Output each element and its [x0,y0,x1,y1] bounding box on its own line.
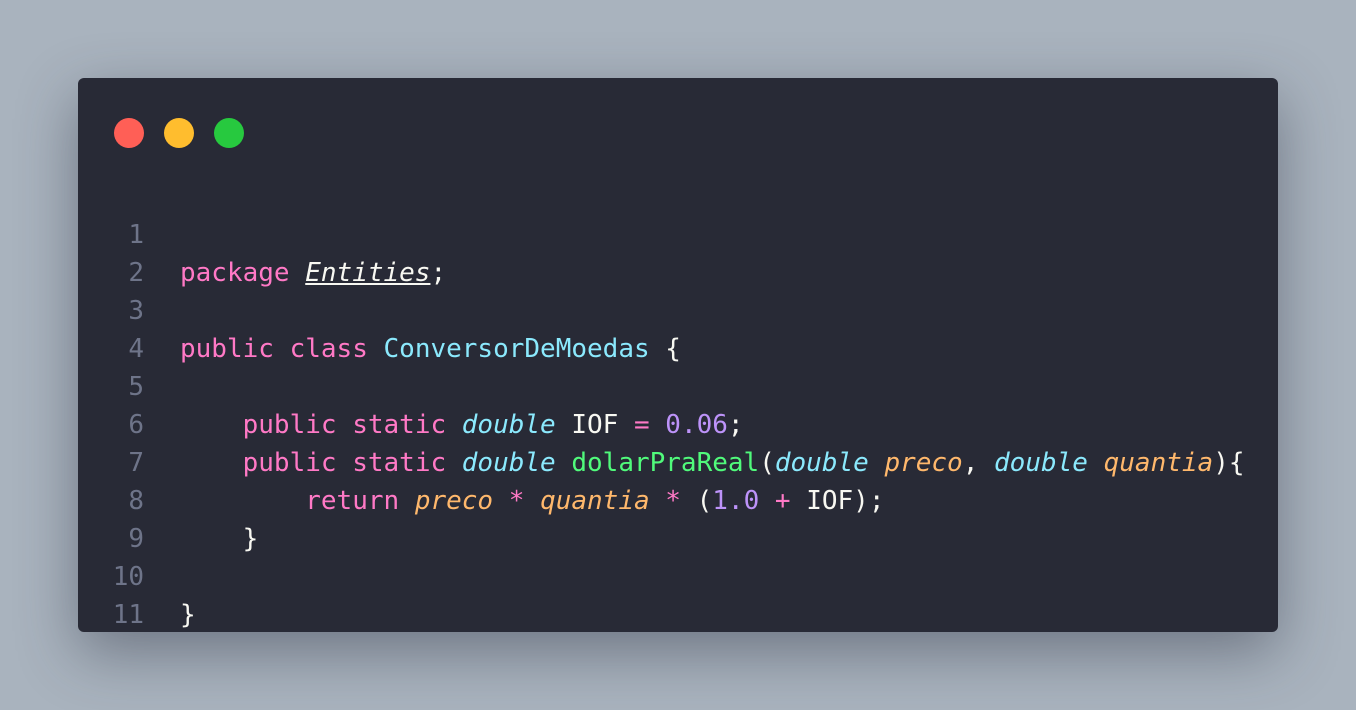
close-brace: } [180,600,196,630]
code-line-7: 7 return preco * quantia * (1.0 + IOF); [78,406,1278,516]
minimize-dot-icon[interactable] [164,118,194,148]
code-line-9: 9 [78,482,1278,554]
close-dot-icon[interactable] [114,118,144,148]
code-editor: 1 package Entities; 2 3 public class Con… [78,178,1278,630]
code-line-1: 1 package Entities; [78,178,1278,288]
code-line-4: 4 [78,292,1278,364]
code-window: 1 package Entities; 2 3 public class Con… [78,78,1278,632]
code-line-8: 8 } [78,444,1278,554]
code-line-11: 11 [78,558,1278,630]
code-line-6: 6 public static double dolarPraReal(doub… [78,368,1278,478]
code-line-5: 5 public static double IOF = 0.06; [78,330,1278,440]
line-number: 11 [112,600,144,630]
code-line-10: 10 } [78,520,1278,630]
code-line-3: 3 public class ConversorDeMoedas { [78,254,1278,364]
code-line-2: 2 [78,216,1278,288]
maximize-dot-icon[interactable] [214,118,244,148]
